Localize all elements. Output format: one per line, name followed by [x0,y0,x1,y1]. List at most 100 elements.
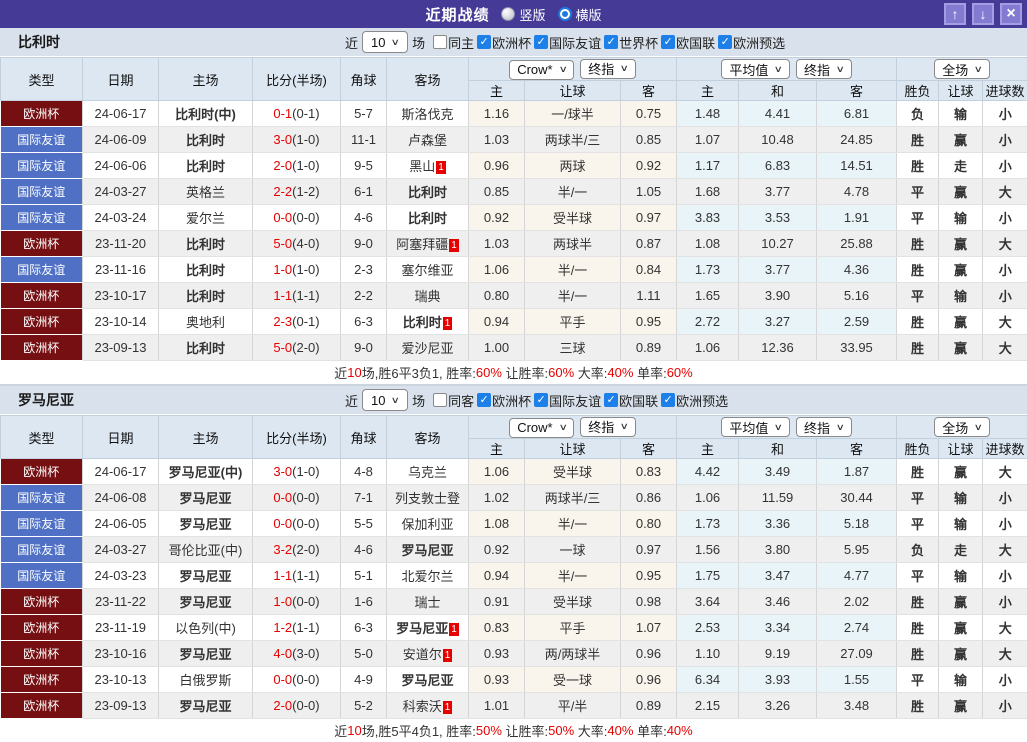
away-team-cell: 斯洛伐克 [387,101,469,127]
competition-checkbox[interactable]: ✓欧洲预选 [661,391,728,410]
average-odds-select[interactable]: 平均值∨ [721,59,790,79]
result-cell: 胜 [897,257,939,283]
date-cell: 24-06-05 [83,511,159,537]
average-odds-cell: 12.36 [739,335,817,361]
handicap-result-cell: 赢 [939,127,983,153]
handicap-result-cell: 赢 [939,179,983,205]
away-team-cell: 北爱尔兰 [387,563,469,589]
final-odds-select-2[interactable]: 终指∨ [796,59,852,79]
summary-segment: 10 [347,723,361,738]
average-odds-cell: 25.88 [817,231,897,257]
competition-checkbox[interactable]: ✓世界杯 [604,33,658,52]
scroll-down-button[interactable]: ↓ [972,3,994,25]
scope-select[interactable]: 全场∨ [934,59,990,79]
competition-checkbox[interactable]: ✓欧国联 [604,391,658,410]
result-cell: 胜 [897,459,939,485]
fulltime-score: 3-0 [273,132,292,147]
competition-checkbox[interactable]: ✓国际友谊 [534,391,601,410]
fulltime-score: 5-0 [273,340,292,355]
average-odds-cell: 1.55 [817,667,897,693]
score-cell: 2-0(0-0) [253,693,341,719]
average-odds-cell: 3.83 [677,205,739,231]
competition-checkbox[interactable]: ✓国际友谊 [534,33,601,52]
close-button[interactable]: × [1000,3,1022,25]
average-odds-cell: 1.68 [677,179,739,205]
final-odds-select-1[interactable]: 终指∨ [580,417,636,437]
handicap-result-cell: 输 [939,101,983,127]
average-odds-select[interactable]: 平均值∨ [721,417,790,437]
final-odds-select-2[interactable]: 终指∨ [796,417,852,437]
type-cell: 国际友谊 [1,511,83,537]
horizontal-layout-radio[interactable]: 横版 [558,5,602,24]
crow-odds-cell: 两球 [525,153,621,179]
away-team-cell: 科索沃1 [387,693,469,719]
competition-checkbox[interactable]: ✓欧洲预选 [718,33,785,52]
match-count-select[interactable]: 10∨ [362,31,408,53]
average-odds-cell: 1.07 [677,127,739,153]
rank-badge: 1 [449,623,459,636]
vertical-layout-radio[interactable]: 竖版 [501,5,545,24]
table-row: 欧洲杯23-11-20比利时5-0(4-0)9-0阿塞拜疆11.03两球半0.8… [1,231,1027,257]
average-odds-cell: 33.95 [817,335,897,361]
match-count-select[interactable]: 10∨ [362,389,408,411]
team-section: 罗马尼亚近10∨场同客✓欧洲杯✓国际友谊✓欧国联✓欧洲预选类型日期主场比分(半场… [0,386,1027,742]
fulltime-score: 2-0 [273,158,292,173]
handicap-result-cell: 赢 [939,335,983,361]
final-odds-select-1[interactable]: 终指∨ [580,59,636,79]
score-cell: 1-0(1-0) [253,257,341,283]
handicap-result-cell: 赢 [939,257,983,283]
rank-badge: 1 [436,161,446,174]
scope-select[interactable]: 全场∨ [934,417,990,437]
checkbox-label: 欧洲预选 [676,391,728,410]
average-odds-cell: 2.59 [817,309,897,335]
goals-result-cell: 小 [983,101,1027,127]
column-header: 让球 [939,81,983,101]
select-value: 10 [371,35,385,50]
titlebar-buttons: ↑ ↓ × [944,3,1022,25]
table-row: 欧洲杯24-06-17罗马尼亚(中)3-0(1-0)4-8乌克兰1.06受半球0… [1,459,1027,485]
competition-checkbox[interactable]: ✓欧国联 [661,33,715,52]
average-odds-cell: 3.34 [739,615,817,641]
same-venue-checkbox[interactable]: 同客 [433,391,474,410]
result-cell: 负 [897,537,939,563]
result-cell: 平 [897,511,939,537]
corners-cell: 9-5 [341,153,387,179]
handicap-result-cell: 输 [939,485,983,511]
date-cell: 23-10-16 [83,641,159,667]
chevron-down-icon: ∨ [558,64,567,75]
halftime-score: (2-0) [292,340,319,355]
column-header: 比分(半场) [253,416,341,459]
corners-cell: 6-3 [341,615,387,641]
corners-cell: 4-6 [341,205,387,231]
table-row: 国际友谊24-06-09比利时3-0(1-0)11-1卢森堡1.03两球半/三0… [1,127,1027,153]
summary-segment: 40% [607,723,633,738]
result-cell: 负 [897,101,939,127]
crow-odds-cell: 半/一 [525,563,621,589]
scroll-up-button[interactable]: ↑ [944,3,966,25]
crow-odds-group-header: Crow*∨ 终指∨ [469,58,677,81]
handicap-result-cell: 赢 [939,309,983,335]
average-odds-cell: 6.81 [817,101,897,127]
corners-cell: 2-3 [341,257,387,283]
same-venue-checkbox[interactable]: 同主 [433,33,474,52]
handicap-result-cell: 赢 [939,615,983,641]
goals-result-cell: 大 [983,641,1027,667]
crow-odds-cell: 三球 [525,335,621,361]
column-header: 角球 [341,58,387,101]
odds-source-select[interactable]: Crow*∨ [509,60,574,80]
fulltime-score: 1-0 [273,262,292,277]
competition-checkbox[interactable]: ✓欧洲杯 [477,33,531,52]
average-odds-cell: 3.53 [739,205,817,231]
corners-cell: 1-6 [341,589,387,615]
column-header: 主 [469,81,525,101]
fulltime-score: 2-0 [273,698,292,713]
average-odds-cell: 10.48 [739,127,817,153]
summary-segment: 50% [476,723,502,738]
away-team-cell: 黑山1 [387,153,469,179]
fulltime-score: 0-0 [273,490,292,505]
horizontal-radio-label: 横版 [576,5,602,24]
odds-source-select[interactable]: Crow*∨ [509,418,574,438]
competition-checkbox[interactable]: ✓欧洲杯 [477,391,531,410]
crow-odds-cell: 0.83 [621,459,677,485]
crow-odds-cell: 1.05 [621,179,677,205]
